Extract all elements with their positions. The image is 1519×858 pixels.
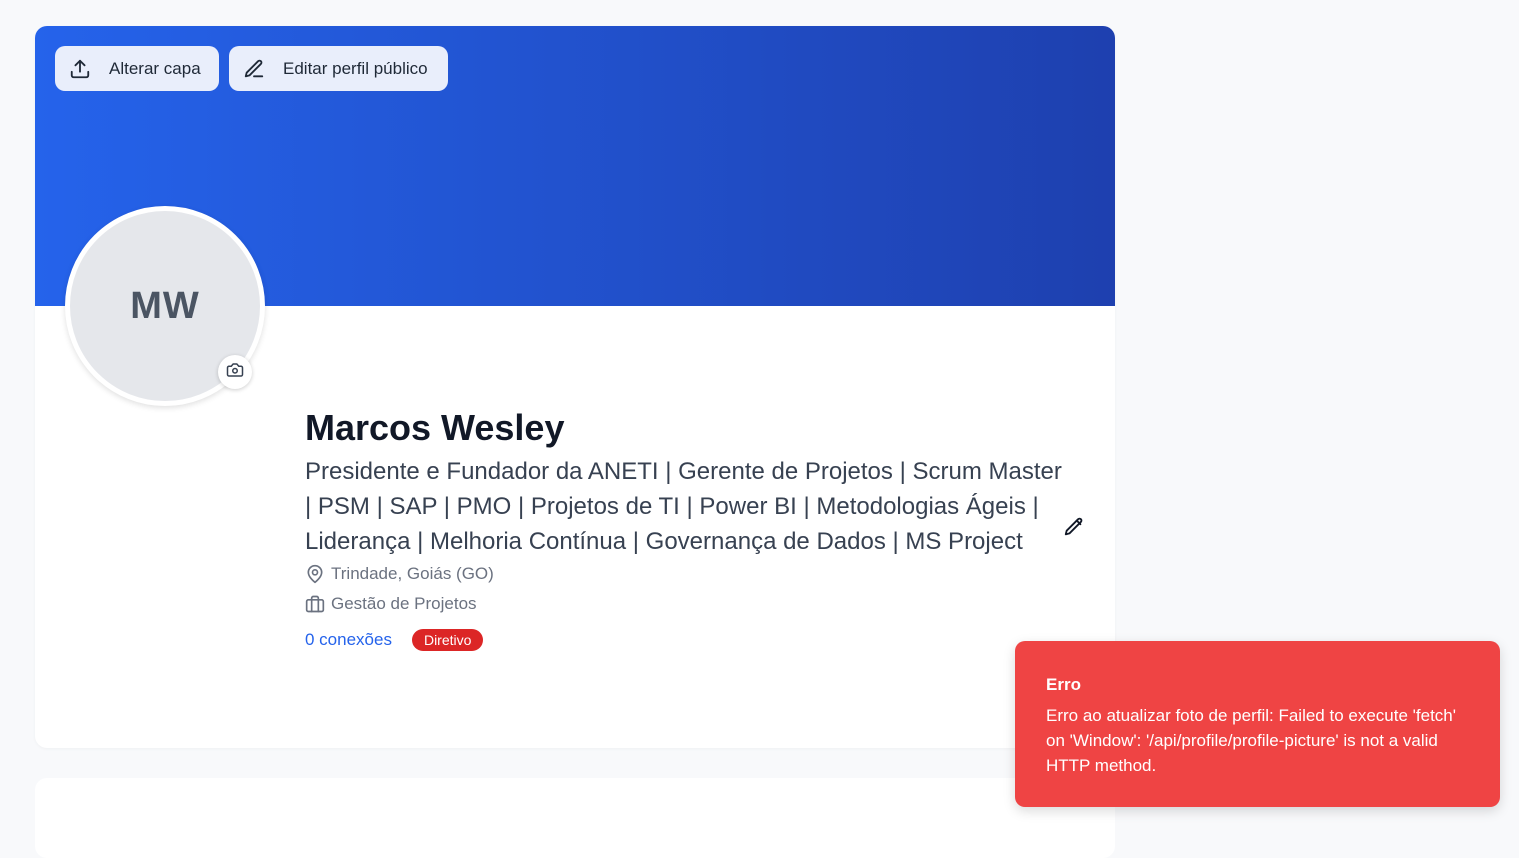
profile-card: Alterar capa Editar perfil público MW Ma… xyxy=(35,26,1115,748)
avatar[interactable]: MW xyxy=(65,206,265,406)
edit-public-profile-label: Editar perfil público xyxy=(283,58,428,78)
profile-headline: Presidente e Fundador da ANETI | Gerente… xyxy=(305,458,1062,555)
secondary-card xyxy=(35,778,1115,858)
profile-location: Trindade, Goiás (GO) xyxy=(305,559,1065,589)
change-cover-button[interactable]: Alterar capa xyxy=(55,46,219,91)
avatar-initials: MW xyxy=(130,284,200,327)
toast-title: Erro xyxy=(1046,675,1081,694)
edit-headline-button[interactable] xyxy=(1063,516,1087,540)
pencil-icon xyxy=(1063,517,1085,542)
briefcase-icon xyxy=(305,594,325,614)
profile-area: Gestão de Projetos xyxy=(305,589,1065,619)
role-badge: Diretivo xyxy=(411,629,484,651)
pencil-icon xyxy=(243,58,265,80)
location-text: Trindade, Goiás (GO) xyxy=(331,564,494,583)
error-toast[interactable]: Erro Erro ao atualizar foto de perfil: F… xyxy=(1015,641,1500,807)
profile-stats: 0 conexões Diretivo xyxy=(305,629,1065,651)
change-photo-button[interactable] xyxy=(218,355,252,389)
profile-name: Marcos Wesley xyxy=(305,407,565,448)
camera-icon xyxy=(226,361,244,384)
connections-link[interactable]: 0 conexões xyxy=(305,630,392,650)
profile-info: Marcos Wesley Presidente e Fundador da A… xyxy=(305,404,1065,651)
area-text: Gestão de Projetos xyxy=(331,594,477,613)
edit-public-profile-button[interactable]: Editar perfil público xyxy=(229,46,448,91)
upload-icon xyxy=(69,58,91,80)
toast-message: Erro ao atualizar foto de perfil: Failed… xyxy=(1046,706,1456,775)
map-pin-icon xyxy=(305,564,325,584)
change-cover-label: Alterar capa xyxy=(109,58,201,78)
